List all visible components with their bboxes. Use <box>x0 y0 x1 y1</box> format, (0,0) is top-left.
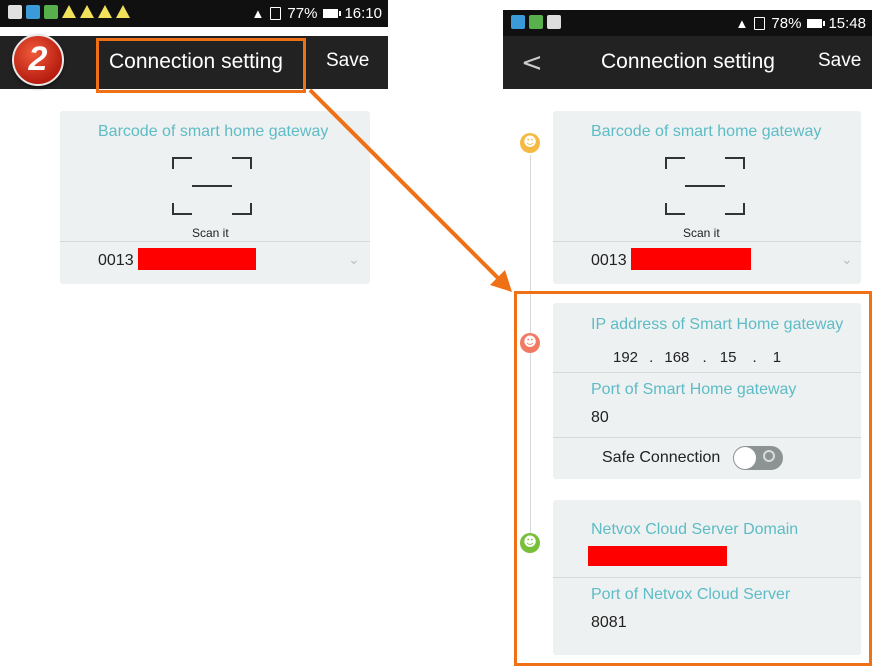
safe-connection-toggle[interactable] <box>733 446 783 470</box>
ip-octet[interactable]: 168 <box>664 349 689 366</box>
status-bar-left: ▲ 77% 16:10 <box>0 0 388 27</box>
wifi-icon: ▲ <box>251 6 265 21</box>
notification-icons <box>8 5 130 19</box>
barcode-value[interactable]: 0013 <box>591 252 627 270</box>
wifi-icon: ▲ <box>735 16 749 31</box>
cloud-port-input[interactable]: 8081 <box>591 614 627 632</box>
warning-icon <box>62 5 76 18</box>
notification-icon <box>8 5 22 19</box>
sim-icon <box>754 17 766 30</box>
ip-octet[interactable]: 15 <box>720 349 737 366</box>
ip-address-input[interactable]: 192 . 168 . 15 . 1 <box>613 349 781 366</box>
battery-icon <box>323 9 342 18</box>
sim-icon <box>270 7 282 20</box>
page-title: Connection setting <box>601 50 775 73</box>
ip-octet[interactable]: 1 <box>773 349 781 366</box>
scan-qr-button[interactable] <box>172 157 252 215</box>
title-highlight-box <box>96 38 306 93</box>
gateway-port-label: Port of Smart Home gateway <box>591 381 797 398</box>
pointer-arrow <box>308 88 512 292</box>
scan-label: Scan it <box>683 226 720 240</box>
ip-octet[interactable]: 192 <box>613 349 638 366</box>
cloud-port-label: Port of Netvox Cloud Server <box>591 586 791 603</box>
cloud-domain-label: Netvox Cloud Server Domain <box>591 521 799 538</box>
step-badge: 2 <box>12 34 64 86</box>
barcode-value[interactable]: 0013 <box>98 252 134 270</box>
cloud-domain-input[interactable] <box>588 546 727 566</box>
ip-label: IP address of Smart Home gateway <box>591 316 844 333</box>
barcode-label: Barcode of smart home gateway <box>98 123 329 140</box>
status-bar-right: ▲ 78% 15:48 <box>503 10 872 37</box>
scan-label: Scan it <box>192 226 229 240</box>
chevron-down-icon[interactable]: ⌄ <box>841 251 853 268</box>
step-number: 2 <box>28 40 48 78</box>
warning-icon <box>116 5 130 18</box>
battery-percent: 77% <box>287 5 318 22</box>
app-bar-right: < Connection setting Save <box>503 36 872 89</box>
notification-icons <box>511 15 561 29</box>
save-button[interactable]: Save <box>818 50 861 72</box>
back-arrow-icon[interactable]: < <box>521 48 543 78</box>
barcode-label: Barcode of smart home gateway <box>591 123 822 140</box>
app-icon <box>529 15 543 29</box>
safe-connection-label: Safe Connection <box>602 449 721 466</box>
redaction-bar <box>631 248 751 270</box>
battery-icon <box>807 19 826 28</box>
app-icon <box>44 5 58 19</box>
scan-qr-button[interactable] <box>665 157 745 215</box>
barcode-card-right: Barcode of smart home gateway Scan it 00… <box>553 111 861 284</box>
warning-icon <box>98 5 112 18</box>
clock: 16:10 <box>344 5 382 22</box>
cloud-card: Netvox Cloud Server Domain Port of Netvo… <box>553 500 861 655</box>
warning-icon <box>80 5 94 18</box>
smiley-yellow-icon: ☻ <box>520 133 540 153</box>
image-icon <box>547 15 561 29</box>
app-icon <box>511 15 525 29</box>
gateway-card: IP address of Smart Home gateway 192 . 1… <box>553 303 861 479</box>
save-button[interactable]: Save <box>326 50 369 72</box>
battery-percent: 78% <box>771 15 802 32</box>
app-icon <box>26 5 40 19</box>
clock: 15:48 <box>828 15 866 32</box>
redaction-bar <box>138 248 256 270</box>
gateway-port-input[interactable]: 80 <box>591 409 609 427</box>
